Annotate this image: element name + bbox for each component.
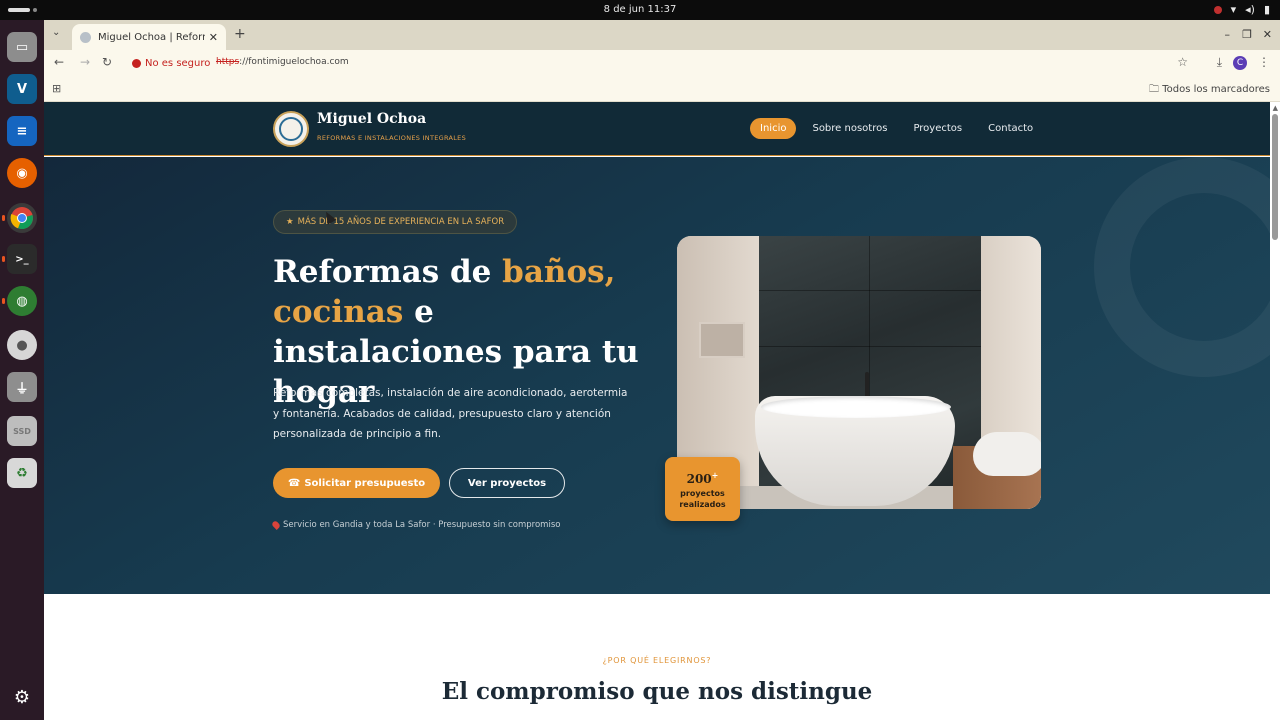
profile-avatar[interactable]: C	[1233, 56, 1247, 70]
experience-badge: ★ MÁS DE 15 AÑOS DE EXPERIENCIA EN LA SA…	[273, 210, 518, 234]
folder-icon: 🗀	[1149, 84, 1163, 95]
projects-stat-number: 200+	[686, 470, 719, 486]
not-secure-label: No es seguro	[145, 57, 211, 69]
tab-search-icon[interactable]: ⌄	[52, 27, 60, 38]
browser-tab[interactable]: Miguel Ochoa | Reforma ✕	[72, 24, 226, 50]
warning-icon	[132, 58, 141, 68]
why-us-section: ¿POR QUÉ ELEGIRNOS? El compromiso que no…	[44, 594, 1270, 720]
chrome-icon[interactable]	[2, 203, 37, 233]
minimize-icon[interactable]: –	[1225, 28, 1231, 41]
why-us-eyebrow: ¿POR QUÉ ELEGIRNOS?	[602, 656, 712, 665]
why-us-title: El compromiso que nos distingue	[441, 678, 873, 705]
stat-plus: +	[711, 470, 719, 480]
bookmarks-bar: ⊞ 🗀 Todos los marcadores	[44, 76, 1280, 102]
maximize-icon[interactable]: ❐	[1242, 28, 1252, 41]
browser-icon[interactable]: ◍	[2, 286, 37, 316]
new-tab-icon[interactable]: +	[234, 26, 246, 42]
battery-icon: ▮	[1263, 3, 1270, 16]
bookmark-star-icon[interactable]: ☆	[1177, 55, 1188, 69]
close-tab-icon[interactable]: ✕	[209, 31, 218, 44]
favicon-icon	[80, 31, 91, 43]
headline-accent-banos: baños,	[502, 254, 616, 290]
ssd-drive-icon[interactable]: SSD	[7, 416, 37, 446]
phone-icon: ☎	[287, 477, 301, 489]
service-area-text: Servicio en Gandia y toda La Safor · Pre…	[283, 520, 561, 530]
disc-icon[interactable]: ●	[7, 330, 37, 360]
brand-tagline: REFORMAS E INSTALACIONES INTEGRALES	[317, 134, 467, 142]
url-field[interactable]: https://fontimiguelochoa.com	[216, 57, 349, 67]
download-icon[interactable]: ⤓	[1217, 55, 1222, 70]
all-bookmarks[interactable]: 🗀 Todos los marcadores	[1149, 82, 1270, 99]
url-host: ://fontimiguelochoa.com	[239, 57, 349, 67]
forward-icon[interactable]: →	[80, 55, 90, 69]
address-bar-row: ← → ↻ No es seguro https://fontimigueloc…	[44, 50, 1280, 76]
projects-stat-card: 200+ proyectos realizados	[665, 457, 740, 521]
vscode-icon[interactable]: V	[7, 74, 37, 104]
firefox-icon[interactable]: ◉	[7, 158, 37, 188]
headline-part-1: Reformas de	[273, 254, 503, 290]
site-header: Miguel Ochoa REFORMAS E INSTALACIONES IN…	[44, 102, 1270, 156]
wifi-icon: ▾	[1230, 3, 1237, 16]
star-icon: ★	[286, 217, 294, 227]
chrome-logo-icon	[10, 207, 33, 230]
nav-item-contacto[interactable]: Contacto	[978, 118, 1043, 139]
menu-kebab-icon[interactable]: ⋮	[1258, 55, 1270, 69]
page-viewport: Miguel Ochoa REFORMAS E INSTALACIONES IN…	[44, 102, 1280, 720]
headline-accent-cocinas: cocinas	[273, 294, 404, 330]
view-projects-button[interactable]: Ver proyectos	[449, 468, 565, 498]
logo-emblem-icon	[279, 117, 303, 141]
writer-icon[interactable]: ≡	[7, 116, 37, 146]
request-quote-label: Solicitar presupuesto	[304, 477, 426, 489]
browser-tab-bar: ⌄ Miguel Ochoa | Reforma ✕ + – ❐ ✕	[44, 20, 1280, 50]
request-quote-button[interactable]: ☎ Solicitar presupuesto	[273, 468, 440, 498]
show-apps-icon[interactable]: ⚙	[7, 682, 37, 712]
system-top-bar: 8 de jun 11:37 ▾ ◂) ▮	[0, 0, 1280, 20]
dock: ▭ V ≡ ◉ >_ ◍ ● ⏚ SSD ♻ ⚙	[0, 20, 44, 720]
nav-item-sobre-nosotros[interactable]: Sobre nosotros	[802, 118, 897, 139]
decorative-ring	[1094, 157, 1270, 377]
volume-icon: ◂)	[1245, 3, 1255, 16]
nav-item-proyectos[interactable]: Proyectos	[903, 118, 972, 139]
page-scrollbar[interactable]	[1272, 114, 1278, 240]
system-clock[interactable]: 8 de jun 11:37	[0, 4, 1280, 15]
close-window-icon[interactable]: ✕	[1263, 28, 1272, 41]
main-nav: Inicio Sobre nosotros Proyectos Contacto	[750, 118, 1049, 139]
brand-logo[interactable]	[273, 111, 309, 147]
brand-name[interactable]: Miguel Ochoa	[317, 111, 426, 127]
hero-lead-text: Reformas completas, instalación de aire …	[273, 387, 628, 440]
back-icon[interactable]: ←	[54, 55, 64, 69]
tab-title: Miguel Ochoa | Reforma	[98, 31, 205, 43]
nav-item-inicio[interactable]: Inicio	[750, 118, 797, 139]
url-protocol: https	[216, 57, 240, 67]
all-bookmarks-label: Todos los marcadores	[1162, 84, 1270, 95]
service-area-note: Servicio en Gandia y toda La Safor · Pre…	[271, 520, 561, 530]
apps-grid-icon[interactable]: ⊞	[52, 82, 61, 95]
recording-icon	[1213, 5, 1222, 14]
system-tray[interactable]: ▾ ◂) ▮	[1213, 3, 1270, 16]
projects-stat-label: proyectos realizados	[679, 489, 726, 509]
scroll-up-arrow-icon[interactable]: ▲	[1273, 104, 1278, 112]
hero-section: ★ MÁS DE 15 AÑOS DE EXPERIENCIA EN LA SA…	[44, 157, 1270, 594]
reload-icon[interactable]: ↻	[102, 55, 112, 69]
not-secure-chip[interactable]: No es seguro	[132, 54, 210, 72]
files-icon[interactable]: ▭	[7, 32, 37, 62]
usb-drive-icon[interactable]: ⏚	[7, 372, 37, 402]
location-pin-icon	[271, 520, 281, 530]
terminal-icon[interactable]: >_	[2, 244, 37, 274]
trash-icon[interactable]: ♻	[7, 458, 37, 488]
